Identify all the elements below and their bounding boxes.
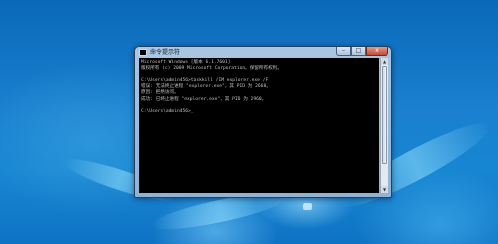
mouse-pointer-icon xyxy=(303,203,312,210)
cmd-icon xyxy=(139,49,147,56)
window-controls: – □ x xyxy=(336,47,388,56)
close-button[interactable]: x xyxy=(366,47,388,56)
vertical-scrollbar[interactable]: ▲ ▼ xyxy=(380,58,388,193)
scroll-down-arrow-icon[interactable]: ▼ xyxy=(381,186,388,193)
maximize-button[interactable]: □ xyxy=(351,47,366,56)
scroll-up-arrow-icon[interactable]: ▲ xyxy=(381,58,388,65)
scrollbar-thumb[interactable] xyxy=(382,66,387,164)
console-prompt-line[interactable]: C:\Users\admin456>_ xyxy=(141,109,377,115)
console-output[interactable]: Microsoft Windows [版本 6.1.7601] 版权所有 (c)… xyxy=(139,58,379,193)
command-prompt-window[interactable]: 命令提示符 – □ x Microsoft Windows [版本 6.1.76… xyxy=(134,46,392,198)
minimize-button[interactable]: – xyxy=(336,47,351,56)
title-bar[interactable]: 命令提示符 – □ x xyxy=(135,47,391,58)
window-title: 命令提示符 xyxy=(150,49,181,56)
